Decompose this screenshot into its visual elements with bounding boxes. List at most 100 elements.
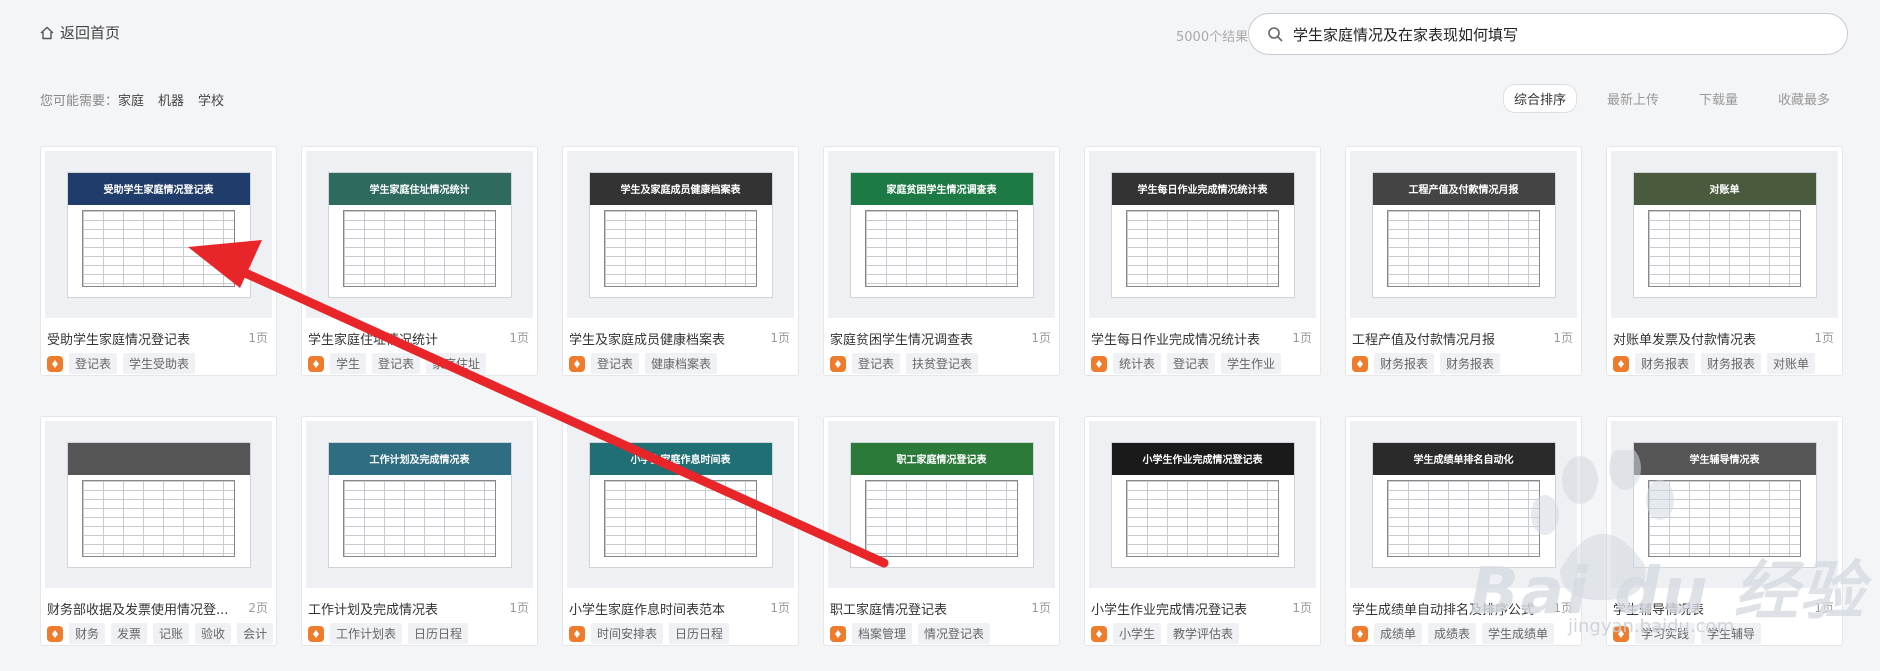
search-icon	[1268, 27, 1283, 42]
card-thumbnail[interactable]: 工程产值及付款情况月报	[1350, 151, 1577, 318]
card-title[interactable]: 学生及家庭成员健康档案表	[569, 329, 725, 348]
tag[interactable]: 财务	[69, 623, 106, 644]
tag[interactable]: 学生作业	[1221, 353, 1282, 374]
card-thumbnail[interactable]: 工作计划及完成情况表	[306, 421, 533, 588]
thumbnail-title: 受助学生家庭情况登记表	[103, 184, 214, 196]
template-card[interactable]: 小学生家庭作息时间表小学生家庭作息时间表范本 1页时间安排表 日历日程	[562, 416, 799, 646]
tag[interactable]: 学生	[330, 353, 367, 374]
template-card[interactable]: 学生家庭住址情况统计 学生家庭住址情况统计 1页 学生 登记表 家庭住址	[301, 146, 538, 376]
card-thumbnail[interactable]: 学生家庭住址情况统计	[306, 151, 533, 318]
card-tags: 登记表 扶贫登记表	[830, 353, 979, 374]
template-card[interactable]: 财务部收据及发票使用情况登... 2页 财务 发票 记账 验收 会计	[40, 416, 277, 646]
tag[interactable]: 财务报表	[1440, 353, 1501, 374]
tag[interactable]: 日历日程	[408, 623, 469, 644]
tag[interactable]: 登记表	[372, 353, 421, 374]
tag[interactable]: 扶贫登记表	[906, 353, 979, 374]
page-count: 1页	[248, 331, 268, 345]
card-thumbnail[interactable]	[45, 421, 272, 588]
thumbnail-table	[1648, 209, 1801, 287]
card-title[interactable]: 学生每日作业完成情况统计表	[1091, 329, 1260, 348]
thumbnail-preview: 对账单	[1632, 171, 1817, 298]
tag[interactable]: 登记表	[69, 353, 118, 374]
template-card[interactable]: 学生每日作业完成情况统计表 学生每日作业完成情况统计表 1页 统计表 登记表 学生作业	[1084, 146, 1321, 376]
card-thumbnail[interactable]: 学生每日作业完成情况统计表	[1089, 151, 1316, 318]
card-title[interactable]: 学生家庭住址情况统计	[308, 329, 438, 348]
tag[interactable]: 登记表	[852, 353, 901, 374]
template-card[interactable]: 工程产值及付款情况月报 工程产值及付款情况月报 1页 财务报表 财务报表	[1345, 146, 1582, 376]
tag[interactable]: 档案管理	[852, 623, 913, 644]
sort-tab-comprehensive[interactable]: 综合排序	[1502, 84, 1577, 113]
thumbnail-title: 学生家庭住址情况统计	[369, 184, 470, 196]
tag[interactable]: 家庭住址	[426, 353, 487, 374]
template-card[interactable]: 小学生作业完成情况登记表 小学生作业完成情况登记表 1页 小学生 教学评估表	[1084, 416, 1321, 646]
home-link[interactable]: 返回首页	[40, 22, 120, 43]
card-thumbnail[interactable]: 对账单	[1611, 151, 1838, 318]
suggest-keyword[interactable]: 家庭	[118, 90, 144, 109]
tag[interactable]: 财务报表	[1374, 353, 1435, 374]
search-input[interactable]	[1293, 25, 1813, 43]
card-title[interactable]: 工程产值及付款情况月报	[1352, 329, 1495, 348]
sort-tab-favorites[interactable]: 收藏最多	[1768, 85, 1840, 112]
page-count: 1页	[1292, 601, 1312, 615]
card-thumbnail[interactable]: 家庭贫困学生情况调查表	[828, 151, 1055, 318]
template-card[interactable]: 家庭贫困学生情况调查表 家庭贫困学生情况调查表 1页 登记表 扶贫登记表	[823, 146, 1060, 376]
sort-tab-latest[interactable]: 最新上传	[1597, 85, 1669, 112]
tag[interactable]: 成绩表	[1428, 623, 1477, 644]
card-title[interactable]: 工作计划及完成情况表	[308, 599, 438, 618]
thumbnail-preview: 学生每日作业完成情况统计表	[1110, 171, 1295, 298]
card-tags: 登记表 学生受助表	[47, 353, 196, 374]
tag[interactable]: 财务报表	[1635, 353, 1696, 374]
template-card[interactable]: 对账单 对账单发票及付款情况表 1页 财务报表 财务报表 对账单	[1606, 146, 1843, 376]
tag[interactable]: 财务报表	[1701, 353, 1762, 374]
tag[interactable]: 对账单	[1767, 353, 1816, 374]
wps-badge-icon	[47, 355, 63, 372]
card-thumbnail[interactable]: 职工家庭情况登记表	[828, 421, 1055, 588]
result-count: 5000个结果	[1176, 30, 1249, 45]
tag[interactable]: 会计	[237, 623, 274, 644]
tag[interactable]: 学生受助表	[123, 353, 196, 374]
thumbnail-preview: 工程产值及付款情况月报	[1371, 171, 1556, 298]
card-title[interactable]: 职工家庭情况登记表	[830, 599, 947, 618]
wps-badge-icon	[308, 625, 324, 642]
card-title[interactable]: 受助学生家庭情况登记表	[47, 329, 190, 348]
tag[interactable]: 验收	[195, 623, 232, 644]
suggest-keyword[interactable]: 机器	[158, 90, 184, 109]
thumbnail-table	[343, 209, 496, 287]
card-title[interactable]: 家庭贫困学生情况调查表	[830, 329, 973, 348]
template-card[interactable]: 工作计划及完成情况表 工作计划及完成情况表 1页 工作计划表 日历日程	[301, 416, 538, 646]
tag[interactable]: 记账	[153, 623, 190, 644]
card-thumbnail[interactable]: 学生及家庭成员健康档案表	[567, 151, 794, 318]
card-thumbnail[interactable]: 小学生作业完成情况登记表	[1089, 421, 1316, 588]
template-card[interactable]: 受助学生家庭情况登记表 受助学生家庭情况登记表 1页 登记表 学生受助表	[40, 146, 277, 376]
template-card[interactable]: 学生及家庭成员健康档案表 学生及家庭成员健康档案表 1页 登记表 健康档案表	[562, 146, 799, 376]
tag[interactable]: 登记表	[1167, 353, 1216, 374]
suggest-keyword[interactable]: 学校	[198, 90, 224, 109]
tag[interactable]: 成绩单	[1374, 623, 1423, 644]
card-title[interactable]: 对账单发票及付款情况表	[1613, 329, 1756, 348]
card-title[interactable]: 财务部收据及发票使用情况登...	[47, 599, 228, 618]
card-title[interactable]: 小学生家庭作息时间表范本	[569, 599, 725, 618]
card-thumbnail[interactable]: 受助学生家庭情况登记表	[45, 151, 272, 318]
tag[interactable]: 健康档案表	[645, 353, 718, 374]
tag[interactable]: 时间安排表	[591, 623, 664, 644]
sort-tab-downloads[interactable]: 下载量	[1689, 85, 1748, 112]
tag[interactable]: 登记表	[591, 353, 640, 374]
template-card[interactable]: 职工家庭情况登记表 职工家庭情况登记表 1页 档案管理 情况登记表	[823, 416, 1060, 646]
search-box[interactable]	[1248, 13, 1848, 55]
tag[interactable]: 工作计划表	[330, 623, 403, 644]
thumbnail-title: 工作计划及完成情况表	[369, 454, 470, 466]
thumbnail-title: 职工家庭情况登记表	[896, 454, 987, 466]
tag[interactable]: 教学评估表	[1167, 623, 1240, 644]
card-meta: 小学生家庭作息时间表范本 1页	[569, 599, 790, 618]
tag[interactable]: 统计表	[1113, 353, 1162, 374]
tag[interactable]: 小学生	[1113, 623, 1162, 644]
card-title[interactable]: 小学生作业完成情况登记表	[1091, 599, 1247, 618]
card-thumbnail[interactable]: 小学生家庭作息时间表	[567, 421, 794, 588]
tag[interactable]: 情况登记表	[918, 623, 991, 644]
thumbnail-preview: 家庭贫困学生情况调查表	[849, 171, 1034, 298]
card-tags: 学生 登记表 家庭住址	[308, 353, 487, 374]
thumbnail-table	[604, 479, 757, 557]
tag[interactable]: 日历日程	[669, 623, 730, 644]
thumbnail-table	[865, 479, 1018, 557]
tag[interactable]: 发票	[111, 623, 148, 644]
